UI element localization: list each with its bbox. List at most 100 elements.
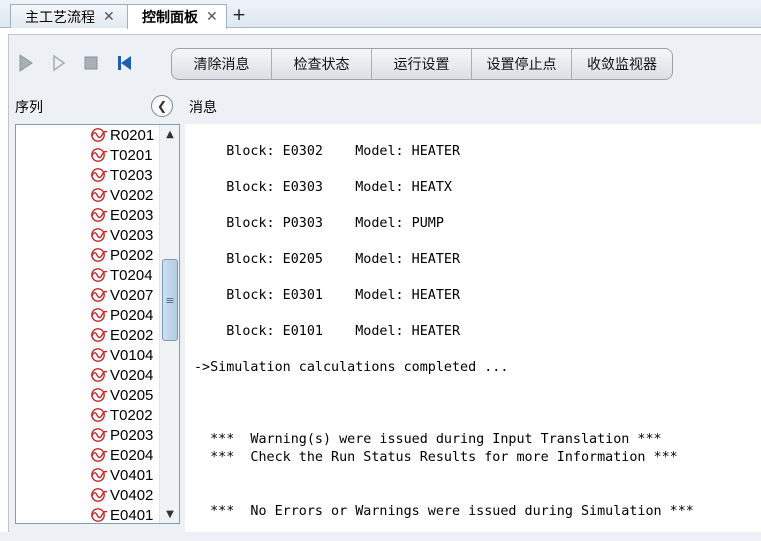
message-line: Block: E0302 Model: HEATER xyxy=(194,144,461,159)
block-icon xyxy=(91,128,108,142)
block-id: V0104 xyxy=(110,346,154,364)
message-line: *** Check the Run Status Results for mor… xyxy=(194,450,678,465)
scroll-thumb[interactable]: ≡ xyxy=(162,259,178,341)
message-line: Block: E0301 Model: HEATER xyxy=(194,288,461,303)
list-item[interactable]: V0207 xyxy=(90,285,153,305)
scroll-down-icon[interactable]: ▼ xyxy=(160,505,179,523)
run-settings-button[interactable]: 运行设置 xyxy=(372,49,472,79)
step-icon[interactable] xyxy=(51,54,67,72)
block-icon xyxy=(91,368,108,382)
list-item[interactable]: E0401 xyxy=(90,505,153,523)
list-item[interactable]: E0203 xyxy=(90,205,153,225)
message-line: *** Warning(s) were issued during Input … xyxy=(194,432,662,447)
block-icon xyxy=(91,168,108,182)
message-line: Block: E0205 Model: HEATER xyxy=(194,252,461,267)
list-item[interactable]: T0204 xyxy=(90,265,153,285)
block-id: E0202 xyxy=(110,326,154,344)
close-icon[interactable]: ✕ xyxy=(206,9,218,25)
block-icon xyxy=(91,268,108,282)
block-id: P0202 xyxy=(110,246,154,264)
block-id: V0402 xyxy=(110,486,154,504)
list-item[interactable]: V0402 xyxy=(90,485,153,505)
list-item[interactable]: P0202 xyxy=(90,245,153,265)
stop-icon[interactable] xyxy=(83,54,99,72)
block-icon xyxy=(91,328,108,342)
block-icon xyxy=(91,208,108,222)
messages-pane: Block: E0302 Model: HEATER Block: E0303 … xyxy=(185,124,761,541)
bottom-strip xyxy=(0,532,761,541)
list-item[interactable]: P0203 xyxy=(90,425,153,445)
clear-messages-button[interactable]: 清除消息 xyxy=(172,49,272,79)
block-icon xyxy=(91,408,108,422)
block-icon xyxy=(91,288,108,302)
list-item[interactable]: T0203 xyxy=(90,165,153,185)
block-icon xyxy=(91,348,108,362)
block-id: E0204 xyxy=(110,446,154,464)
block-icon xyxy=(91,488,108,502)
block-icon xyxy=(91,388,108,402)
list-item[interactable]: E0202 xyxy=(90,325,153,345)
list-item[interactable]: V0401 xyxy=(90,465,153,485)
tab-label: 控制面板 xyxy=(142,10,198,26)
collapse-left-icon[interactable]: ❮ xyxy=(151,95,173,117)
block-icon xyxy=(91,188,108,202)
sequence-list-box: R0201 T0201 T0203 V0202 E0203 V0203 P0202 T0204… xyxy=(15,124,180,524)
block-id: T0203 xyxy=(110,166,153,184)
list-item[interactable]: V0205 xyxy=(90,385,153,405)
tab-control-panel[interactable]: 控制面板 ✕ xyxy=(127,4,227,29)
block-icon xyxy=(91,468,108,482)
block-id: V0204 xyxy=(110,366,154,384)
list-item[interactable]: T0201 xyxy=(90,145,153,165)
message-line: Block: P0303 Model: PUMP xyxy=(194,216,444,231)
block-id: V0205 xyxy=(110,386,154,404)
message-line: *** No Errors or Warnings were issued du… xyxy=(194,504,694,519)
list-item[interactable]: V0202 xyxy=(90,185,153,205)
list-item[interactable]: V0104 xyxy=(90,345,153,365)
block-icon xyxy=(91,248,108,262)
list-item[interactable]: V0203 xyxy=(90,225,153,245)
sequence-header: 序列 xyxy=(15,100,43,116)
block-id: T0204 xyxy=(110,266,153,284)
reset-icon[interactable] xyxy=(116,54,132,72)
block-id: R0201 xyxy=(110,126,155,144)
block-id: T0201 xyxy=(110,146,153,164)
block-icon xyxy=(91,428,108,442)
check-status-button[interactable]: 检查状态 xyxy=(272,49,372,79)
action-button-group: 清除消息 检查状态 运行设置 设置停止点 收敛监视器 xyxy=(171,48,673,80)
block-id: E0203 xyxy=(110,206,154,224)
message-line: Block: E0101 Model: HEATER xyxy=(194,324,461,339)
add-tab-icon[interactable]: + xyxy=(230,5,248,25)
block-icon xyxy=(91,448,108,462)
block-id: V0202 xyxy=(110,186,154,204)
block-icon xyxy=(91,508,108,522)
message-line: ->Simulation calculations completed ... xyxy=(194,360,509,375)
scroll-up-icon[interactable]: ▲ xyxy=(160,125,179,143)
play-icon[interactable] xyxy=(18,54,34,72)
block-id: E0401 xyxy=(110,506,154,524)
close-icon[interactable]: ✕ xyxy=(103,9,115,25)
list-item[interactable]: E0204 xyxy=(90,445,153,465)
messages-header: 消息 xyxy=(189,100,217,116)
block-icon xyxy=(91,308,108,322)
block-id: V0401 xyxy=(110,466,154,484)
message-line: Block: E0303 Model: HEATX xyxy=(194,180,452,195)
list-item[interactable]: R0201 xyxy=(90,125,154,145)
block-id: T0202 xyxy=(110,406,153,424)
list-item[interactable]: P0204 xyxy=(90,305,153,325)
list-item[interactable]: T0202 xyxy=(90,405,153,425)
control-panel: 清除消息 检查状态 运行设置 设置停止点 收敛监视器 序列 ❮ 消息 R0201… xyxy=(8,34,761,541)
tab-label: 主工艺流程 xyxy=(25,9,95,26)
list-item[interactable]: V0204 xyxy=(90,365,153,385)
set-breakpoint-button[interactable]: 设置停止点 xyxy=(472,49,572,79)
tab-main-flowsheet[interactable]: 主工艺流程 ✕ xyxy=(10,4,128,28)
block-icon xyxy=(91,228,108,242)
sequence-list: R0201 T0201 T0203 V0202 E0203 V0203 P0202 T0204… xyxy=(16,125,159,523)
tab-strip: 主工艺流程 ✕ 控制面板 ✕ + xyxy=(0,0,761,29)
block-icon xyxy=(91,148,108,162)
block-id: P0203 xyxy=(110,426,154,444)
convergence-monitor-button[interactable]: 收敛监视器 xyxy=(572,49,672,79)
block-id: P0204 xyxy=(110,306,154,324)
block-id: V0207 xyxy=(110,286,154,304)
block-id: V0203 xyxy=(110,226,154,244)
vertical-scrollbar[interactable]: ▲ ≡ ▼ xyxy=(159,125,179,523)
